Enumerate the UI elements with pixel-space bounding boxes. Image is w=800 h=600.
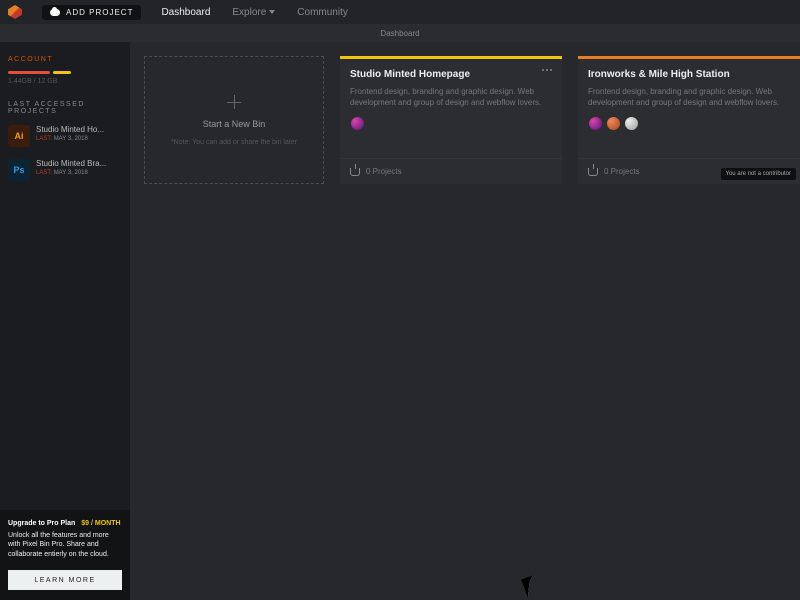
nav-dashboard[interactable]: Dashboard xyxy=(161,7,210,18)
more-options-icon[interactable] xyxy=(542,69,552,71)
card-project-count: 0 Projects xyxy=(366,167,402,176)
project-meta: Studio Minted Ho... LAST: MAY 3, 2018 xyxy=(36,125,122,142)
breadcrumb-label: Dashboard xyxy=(380,29,419,38)
card-title: Ironworks & Mile High Station xyxy=(588,69,730,80)
learn-more-button[interactable]: LEARN MORE xyxy=(8,570,122,590)
app-logo-icon xyxy=(8,5,22,19)
plus-icon xyxy=(227,95,241,109)
breadcrumb-bar: Dashboard xyxy=(0,24,800,42)
promo-body: Unlock all the features and more with Pi… xyxy=(8,531,122,560)
bin-card[interactable]: Ironworks & Mile High Station Frontend d… xyxy=(578,56,800,184)
main-content: Start a New Bin *Note: You can add or sh… xyxy=(130,42,800,600)
promo-title: Upgrade to Pro Plan $9 / MONTH xyxy=(8,520,122,527)
nav-explore-label: Explore xyxy=(232,7,266,18)
project-name: Studio Minted Bra... xyxy=(36,159,122,168)
card-footer: 0 Projects You are not a contributor xyxy=(578,158,800,184)
project-name: Studio Minted Ho... xyxy=(36,125,122,134)
storage-bar-other xyxy=(53,71,71,74)
card-avatars xyxy=(350,116,552,131)
tooltip: You are not a contributor xyxy=(721,168,797,180)
new-bin-title: Start a New Bin xyxy=(203,119,266,129)
project-date: LAST: MAY 3, 2018 xyxy=(36,136,122,142)
avatar xyxy=(588,116,603,131)
top-nav: Dashboard Explore Community xyxy=(161,7,347,18)
bin-card[interactable]: Studio Minted Homepage Frontend design, … xyxy=(340,56,562,184)
illustrator-icon: Ai xyxy=(8,125,30,147)
upgrade-promo: Upgrade to Pro Plan $9 / MONTH Unlock al… xyxy=(0,510,130,600)
card-project-count: 0 Projects xyxy=(604,167,640,176)
card-footer: 0 Projects xyxy=(340,158,562,184)
add-project-button[interactable]: ADD PROJECT xyxy=(42,5,141,20)
storage-bar-used xyxy=(8,71,50,74)
sidebar-recent-label: LAST ACCESSED PROJECTS xyxy=(0,97,130,119)
nav-community[interactable]: Community xyxy=(297,7,348,18)
avatar xyxy=(606,116,621,131)
project-meta: Studio Minted Bra... LAST: MAY 3, 2018 xyxy=(36,159,122,176)
project-date: LAST: MAY 3, 2018 xyxy=(36,170,122,176)
photoshop-icon: Ps xyxy=(8,159,30,181)
add-project-label: ADD PROJECT xyxy=(66,8,133,17)
storage-text: 1.44GB / 12 GB xyxy=(0,76,130,97)
card-description: Frontend design, branding and graphic de… xyxy=(588,86,790,108)
new-bin-card[interactable]: Start a New Bin *Note: You can add or sh… xyxy=(144,56,324,184)
card-title: Studio Minted Homepage xyxy=(350,69,470,80)
chevron-down-icon xyxy=(269,10,275,14)
sidebar: ACCOUNT 1.44GB / 12 GB LAST ACCESSED PRO… xyxy=(0,42,130,600)
sidebar-project-item[interactable]: Ps Studio Minted Bra... LAST: MAY 3, 201… xyxy=(0,153,130,187)
new-bin-note: *Note: You can add or share the bin late… xyxy=(171,139,297,146)
sidebar-project-item[interactable]: Ai Studio Minted Ho... LAST: MAY 3, 2018 xyxy=(0,119,130,153)
card-description: Frontend design, branding and graphic de… xyxy=(350,86,552,108)
nav-explore[interactable]: Explore xyxy=(232,7,275,18)
download-icon[interactable] xyxy=(350,168,360,176)
avatar xyxy=(624,116,639,131)
sidebar-account-label: ACCOUNT xyxy=(0,52,130,67)
card-avatars xyxy=(588,116,790,131)
download-icon[interactable] xyxy=(588,168,598,176)
storage-bars xyxy=(0,67,130,76)
topbar: ADD PROJECT Dashboard Explore Community xyxy=(0,0,800,24)
avatar xyxy=(350,116,365,131)
cloud-upload-icon xyxy=(50,9,60,16)
